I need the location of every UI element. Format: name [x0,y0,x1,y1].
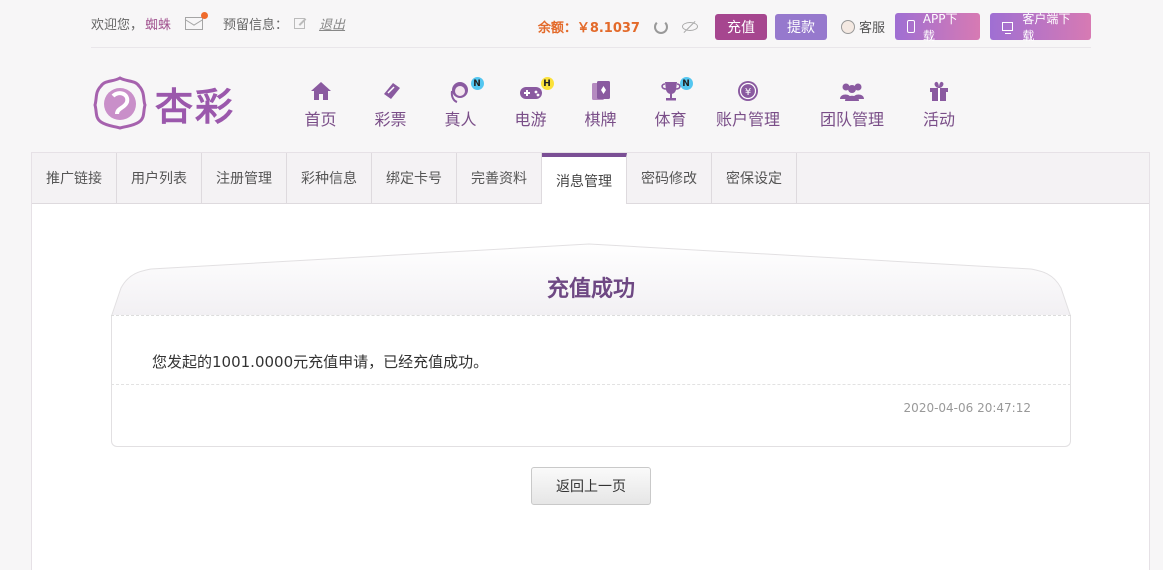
logout-link[interactable]: 退出 [319,14,345,33]
tab-password-change[interactable]: 密码修改 [627,153,712,203]
balance-text: 余额：￥8.1037 [537,21,640,36]
nav-item-lottery[interactable]: 彩票 [365,79,416,130]
nav-item-team[interactable]: 团队管理 [819,79,885,130]
gamepad-icon: H [518,77,554,103]
welcome-text: 欢迎您， [91,18,144,33]
nav-label: 棋牌 [584,110,617,129]
svg-text:¥: ¥ [745,87,751,98]
message-timestamp: 2020-04-06 20:47:12 [903,401,1031,415]
tab-security-settings[interactable]: 密保设定 [712,153,797,203]
ticket-icon [379,79,403,103]
app-download-label: APP下载 [922,11,958,43]
tab-bind-card[interactable]: 绑定卡号 [372,153,457,203]
reserve-info-label: 预留信息： [223,18,289,33]
tab-message-management[interactable]: 消息管理 [542,153,627,204]
user-info: 欢迎您， 蜘蛛 预留信息： 退出 [91,12,345,33]
refresh-icon[interactable] [653,19,668,34]
client-download-button[interactable]: 客户端下载 [990,12,1091,43]
new-badge: N [470,77,484,90]
team-icon [838,79,866,103]
tab-register-management[interactable]: 注册管理 [202,153,287,203]
trophy-icon: N [659,77,693,103]
edit-icon[interactable] [294,18,306,29]
tab-complete-profile[interactable]: 完善资料 [457,153,542,203]
hide-balance-icon[interactable] [681,22,698,31]
service-label: 客服 [858,21,885,36]
unread-dot [201,12,209,19]
logo-text: 杏彩 [155,83,236,129]
message-body [111,315,1071,447]
tab-lottery-info[interactable]: 彩种信息 [287,153,372,203]
nav-item-home[interactable]: 首页 [295,79,346,130]
nav-label: 首页 [304,110,337,129]
nav-label: 账户管理 [715,110,780,129]
home-icon [309,79,333,103]
tab-promo-link[interactable]: 推广链接 [32,153,117,203]
nav-label: 真人 [444,110,477,129]
message-card: 充值成功 您发起的1001.0000元充值申请，已经充值成功。 2020-04-… [111,243,1071,447]
divider [111,384,1071,385]
nav-item-chess[interactable]: 棋牌 [575,79,626,130]
app-download-button[interactable]: APP下载 [895,12,980,43]
recharge-button[interactable]: 充值 [714,13,767,40]
monitor-icon [1002,22,1014,34]
tab-user-list[interactable]: 用户列表 [117,153,202,203]
account-actions: 余额：￥8.1037 充值 提款 客服 APP下载 客户端下载 [537,12,1091,43]
cards-icon [589,79,613,103]
nav-label: 彩票 [374,110,407,129]
sub-tabs: 推广链接 用户列表 注册管理 彩种信息 绑定卡号 完善资料 消息管理 密码修改 … [32,153,1149,204]
customer-service-link[interactable]: 客服 [840,17,885,36]
withdraw-button[interactable]: 提款 [774,13,827,40]
yuan-coin-icon: ¥ [736,79,760,103]
nav-item-live[interactable]: N 真人 [435,77,486,130]
back-button[interactable]: 返回上一页 [531,467,651,505]
nav-label: 团队管理 [819,110,884,129]
divider [111,315,1071,316]
site-logo[interactable]: 杏彩 [91,72,243,134]
mail-icon[interactable] [185,12,209,30]
nav-item-promotions[interactable]: 活动 [921,79,957,130]
main-nav: 首页 彩票 N 真人 H 电游 棋牌 N 体育 ¥ 账户管理 团队管理 活动 [295,77,957,130]
hot-badge: H [540,77,554,90]
service-avatar-icon [840,19,855,34]
nav-label: 体育 [654,110,687,129]
phone-icon [907,20,915,33]
nav-label: 电游 [514,110,547,129]
content-panel: 推广链接 用户列表 注册管理 彩种信息 绑定卡号 完善资料 消息管理 密码修改 … [31,152,1150,570]
nav-item-sports[interactable]: N 体育 [645,77,696,130]
logo-mark-icon [91,74,149,132]
top-bar: 欢迎您， 蜘蛛 预留信息： 退出 余额：￥8.1037 充值 提款 客服 APP… [91,0,1091,48]
nav-item-egame[interactable]: H 电游 [505,77,556,130]
gift-icon [927,79,951,103]
dealer-icon: N [448,77,484,103]
message-title: 充值成功 [546,277,635,302]
new-badge: N [679,77,693,90]
nav-label: 活动 [922,110,955,129]
message-content: 您发起的1001.0000元充值申请，已经充值成功。 [152,353,489,371]
nav-item-account[interactable]: ¥ 账户管理 [715,79,781,130]
username[interactable]: 蜘蛛 [145,14,171,33]
client-download-label: 客户端下载 [1022,11,1071,43]
